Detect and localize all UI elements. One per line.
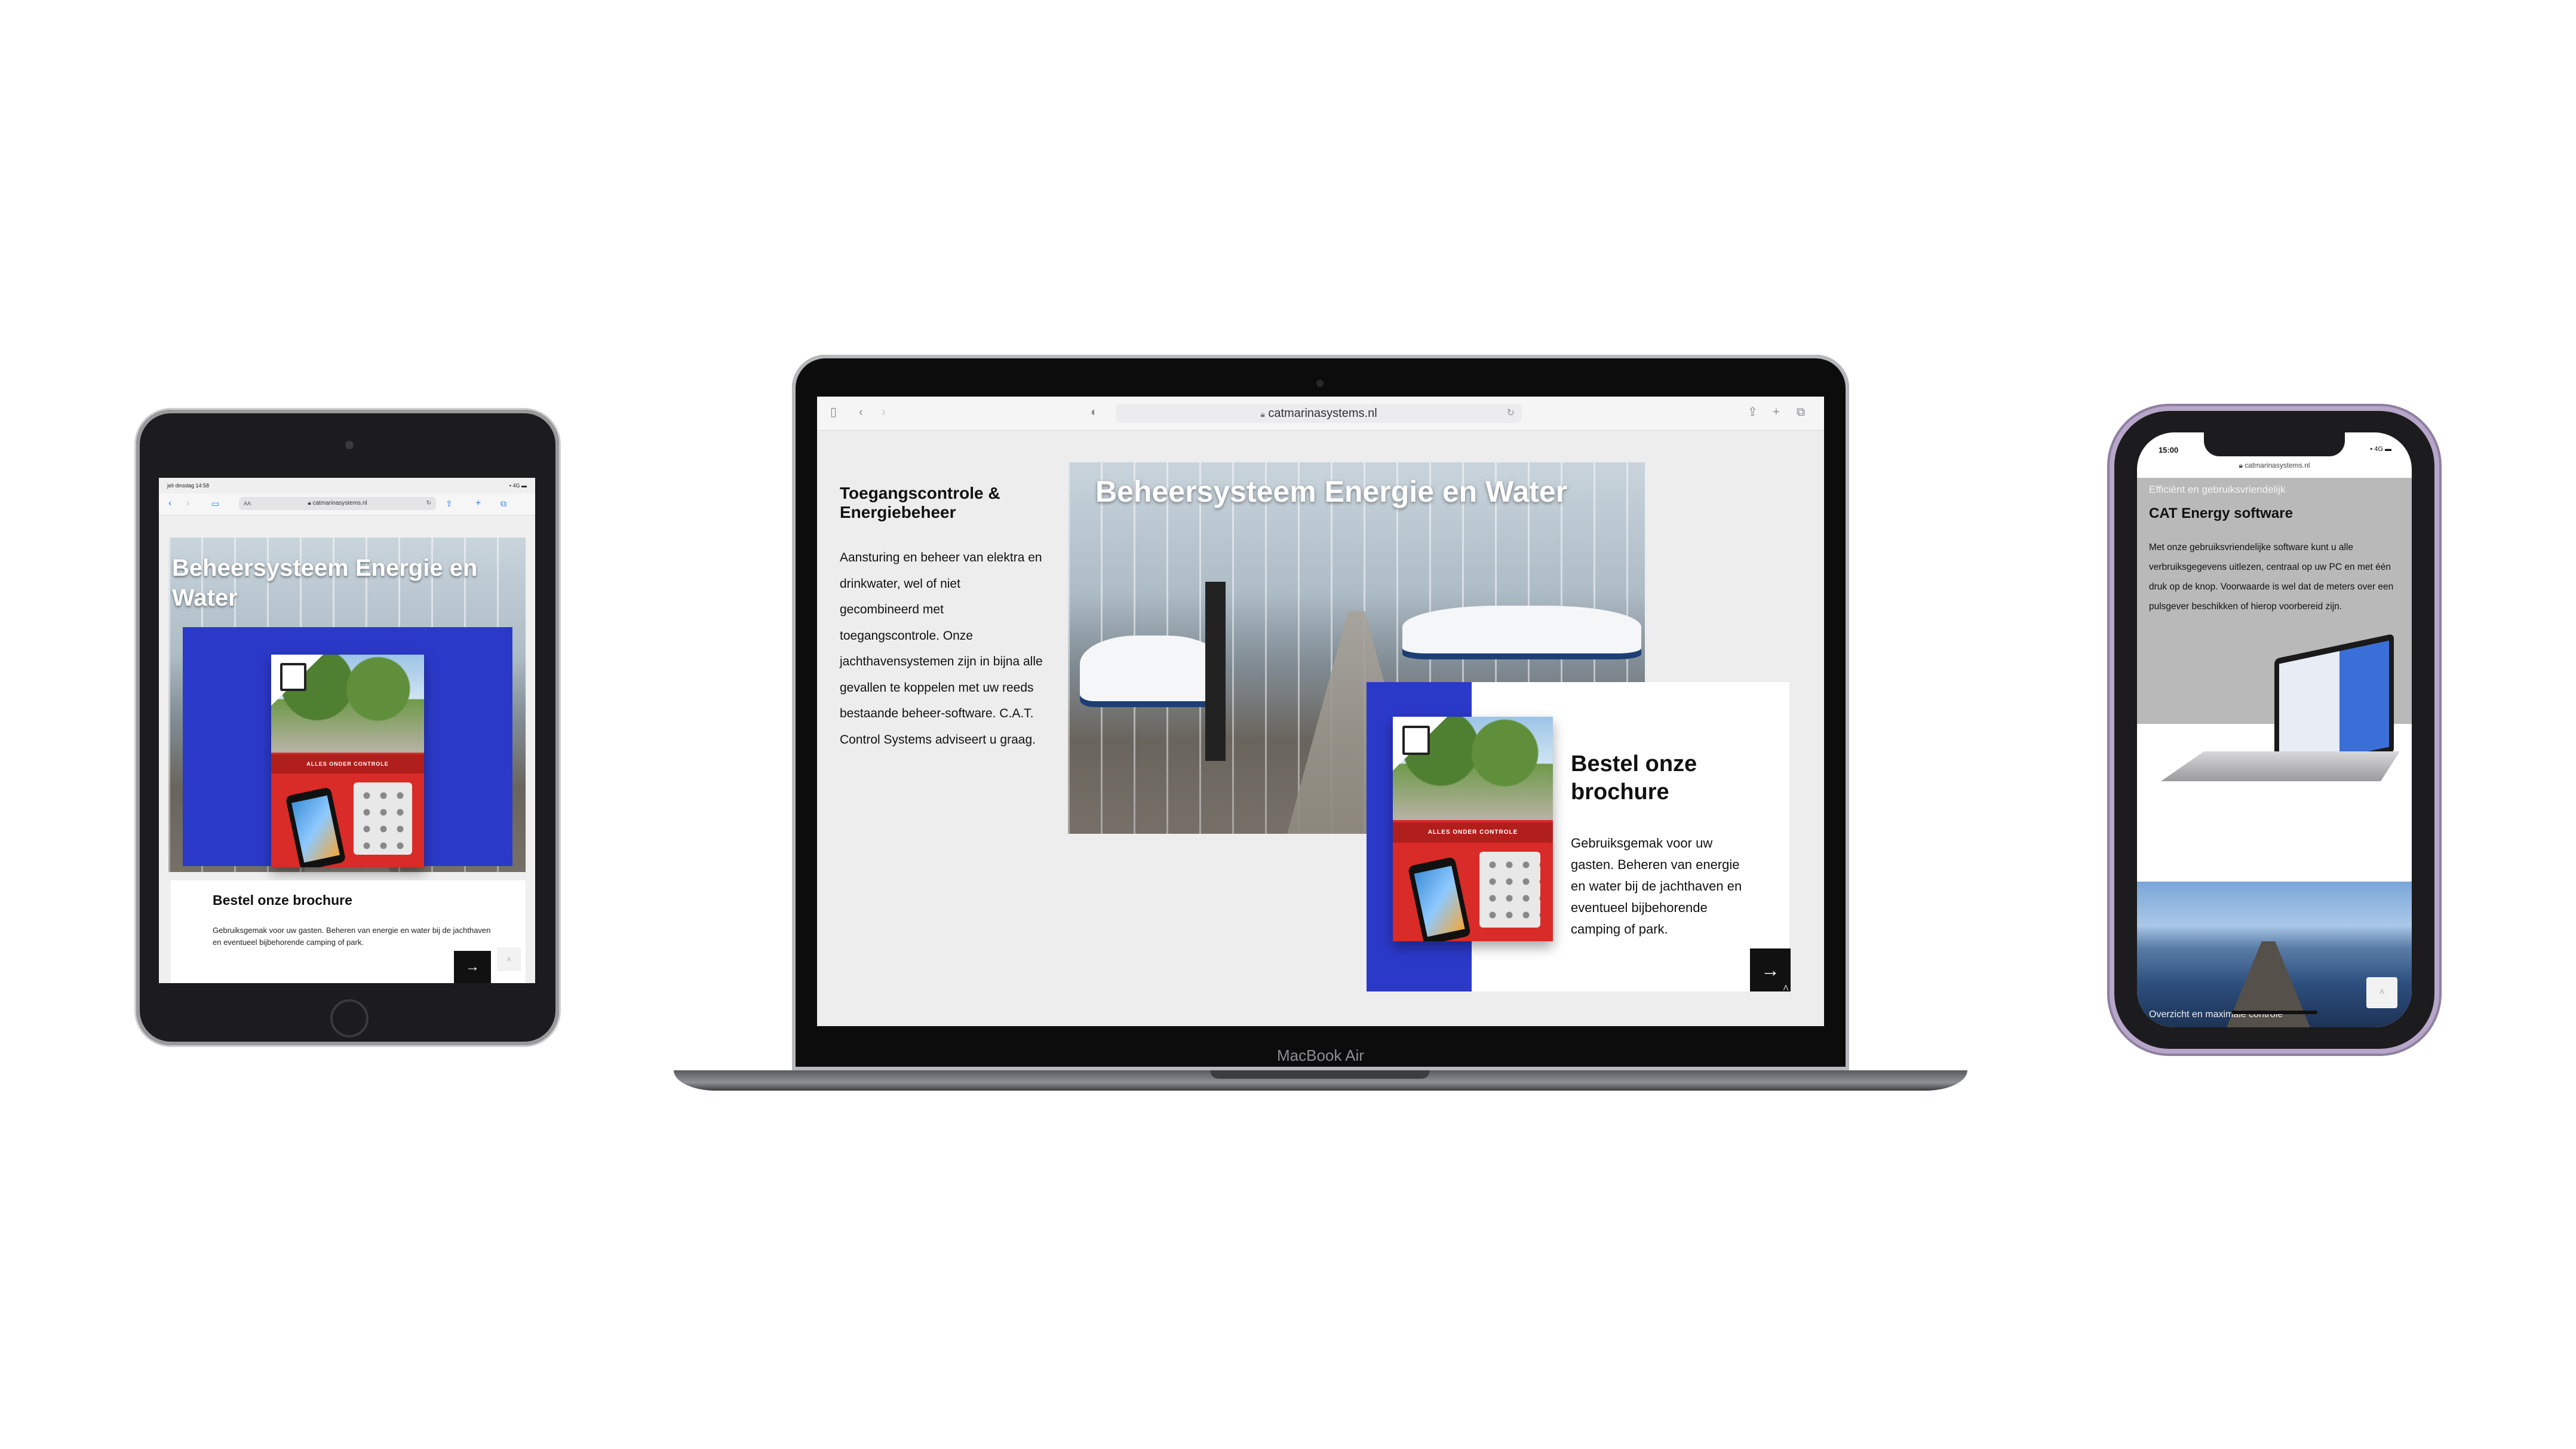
iphone-address-bar[interactable]: 🔒︎ catmarinasystems.nl xyxy=(2137,461,2412,470)
mac-left-body: Aansturing en beheer van elektra en drin… xyxy=(840,551,1043,747)
lock-icon: 🔒︎ xyxy=(1260,409,1265,419)
ipad-address-bar[interactable]: AA 🔒︎ catmarinasystems.nl ↻ xyxy=(239,497,436,510)
scroll-top-icon[interactable]: ˄ xyxy=(497,947,521,971)
mac-browser-toolbar: ▯ ‹ › ◐ 🔒︎ catmarinasystems.nl ↻ ⇪ + ⧉ xyxy=(817,397,1824,431)
ipad-browser-toolbar: ‹ › ▭ AA 🔒︎ catmarinasystems.nl ↻ ⇪ + ⧉ xyxy=(159,493,535,515)
macbook-label: MacBook Air xyxy=(1277,1046,1364,1064)
iphone-screen: 15:00 ▪ 4G ▬ 🔒︎ catmarinasystems.nl Effi… xyxy=(2137,432,2412,1027)
new-tab-icon[interactable]: + xyxy=(1773,405,1780,419)
iphone-home-indicator[interactable] xyxy=(2231,1011,2317,1014)
tabs-icon[interactable]: ⧉ xyxy=(501,499,506,508)
share-icon[interactable]: ⇪ xyxy=(1748,405,1758,419)
mac-card-text: Gebruiksgemak voor uw gasten. Beheren va… xyxy=(1571,836,1742,937)
reload-icon[interactable]: ↻ xyxy=(426,497,431,510)
ipad-screen: jeli dinsdag 14:58 ▪ 4G ▬ ‹ › ▭ AA 🔒︎ ca… xyxy=(159,478,535,983)
iphone-body: Met onze gebruiksvriendelijke software k… xyxy=(2149,542,2394,612)
text-size-button[interactable]: AA xyxy=(244,497,251,510)
ipad-camera xyxy=(345,441,354,449)
iphone-status-indicators: ▪ 4G ▬ xyxy=(2370,446,2391,453)
ipad-card-title: Bestel onze brochure xyxy=(213,892,352,908)
forward-chevron-icon[interactable]: › xyxy=(882,405,886,419)
macbook-hinge-notch xyxy=(1210,1070,1430,1079)
iphone-url-text: catmarinasystems.nl xyxy=(2245,461,2310,469)
reload-icon[interactable]: ↻ xyxy=(1507,404,1515,423)
tabs-icon[interactable]: ⧉ xyxy=(1797,405,1805,419)
back-chevron-icon[interactable]: ‹ xyxy=(168,499,171,508)
bookmarks-icon[interactable]: ▭ xyxy=(211,499,219,508)
ipad-home-button[interactable] xyxy=(330,999,369,1037)
mac-address-bar[interactable]: 🔒︎ catmarinasystems.nl ↻ xyxy=(1116,404,1522,423)
iphone-kicker: Efficiënt en gebruiksvriendelijk xyxy=(2149,484,2286,495)
lock-icon: 🔒︎ xyxy=(2239,461,2243,469)
calendar-icon xyxy=(280,663,307,692)
mac-left-heading: Toegangscontrole & Energiebeheer xyxy=(840,484,1000,521)
ipad-url-text: catmarinasystems.nl xyxy=(312,500,367,506)
ipad-status-indicators: ▪ 4G ▬ xyxy=(509,483,527,489)
share-icon[interactable]: ⇪ xyxy=(446,499,453,508)
scroll-top-icon[interactable]: ˄ xyxy=(1774,977,1798,999)
ipad-status-time: jeli dinsdag 14:58 xyxy=(167,483,210,489)
ipad-brochure-image: ALLES ONDER CONTROLE xyxy=(271,655,424,867)
iphone-status-time: 15:00 xyxy=(2159,446,2179,455)
mac-card-title: Bestel onze brochure xyxy=(1571,751,1697,805)
lock-icon: 🔒︎ xyxy=(308,500,311,506)
mac-url-text: catmarinasystems.nl xyxy=(1268,407,1377,420)
macbook-screen: ▯ ‹ › ◐ 🔒︎ catmarinasystems.nl ↻ ⇪ + ⧉ T… xyxy=(817,397,1824,1026)
ipad-hero-title: Beheersysteem Energie en Water xyxy=(172,555,478,611)
iphone-notch xyxy=(2204,431,2345,456)
privacy-icon[interactable]: ◐ xyxy=(1091,405,1098,419)
forward-chevron-icon[interactable]: › xyxy=(186,499,189,508)
mac-brochure-image: ALLES ONDER CONTROLE xyxy=(1393,717,1553,941)
ipad-card-text: Gebruiksgemak voor uw gasten. Beheren va… xyxy=(213,926,491,947)
mac-hero-title: Beheersysteem Energie en Water xyxy=(1095,475,1568,508)
brochure-band-text: ALLES ONDER CONTROLE xyxy=(1393,822,1553,843)
iphone-laptop-image xyxy=(2155,633,2412,791)
macbook-camera xyxy=(1316,380,1324,387)
calendar-icon xyxy=(1402,726,1430,756)
iphone-title: CAT Energy software xyxy=(2149,505,2293,521)
sidebar-icon[interactable]: ▯ xyxy=(830,405,837,419)
brochure-band-text: ALLES ONDER CONTROLE xyxy=(271,754,424,774)
arrow-right-icon[interactable]: → xyxy=(454,951,491,983)
new-tab-icon[interactable]: + xyxy=(475,499,481,508)
back-chevron-icon[interactable]: ‹ xyxy=(859,405,863,419)
scroll-top-icon[interactable]: ˄ xyxy=(2366,977,2397,1008)
